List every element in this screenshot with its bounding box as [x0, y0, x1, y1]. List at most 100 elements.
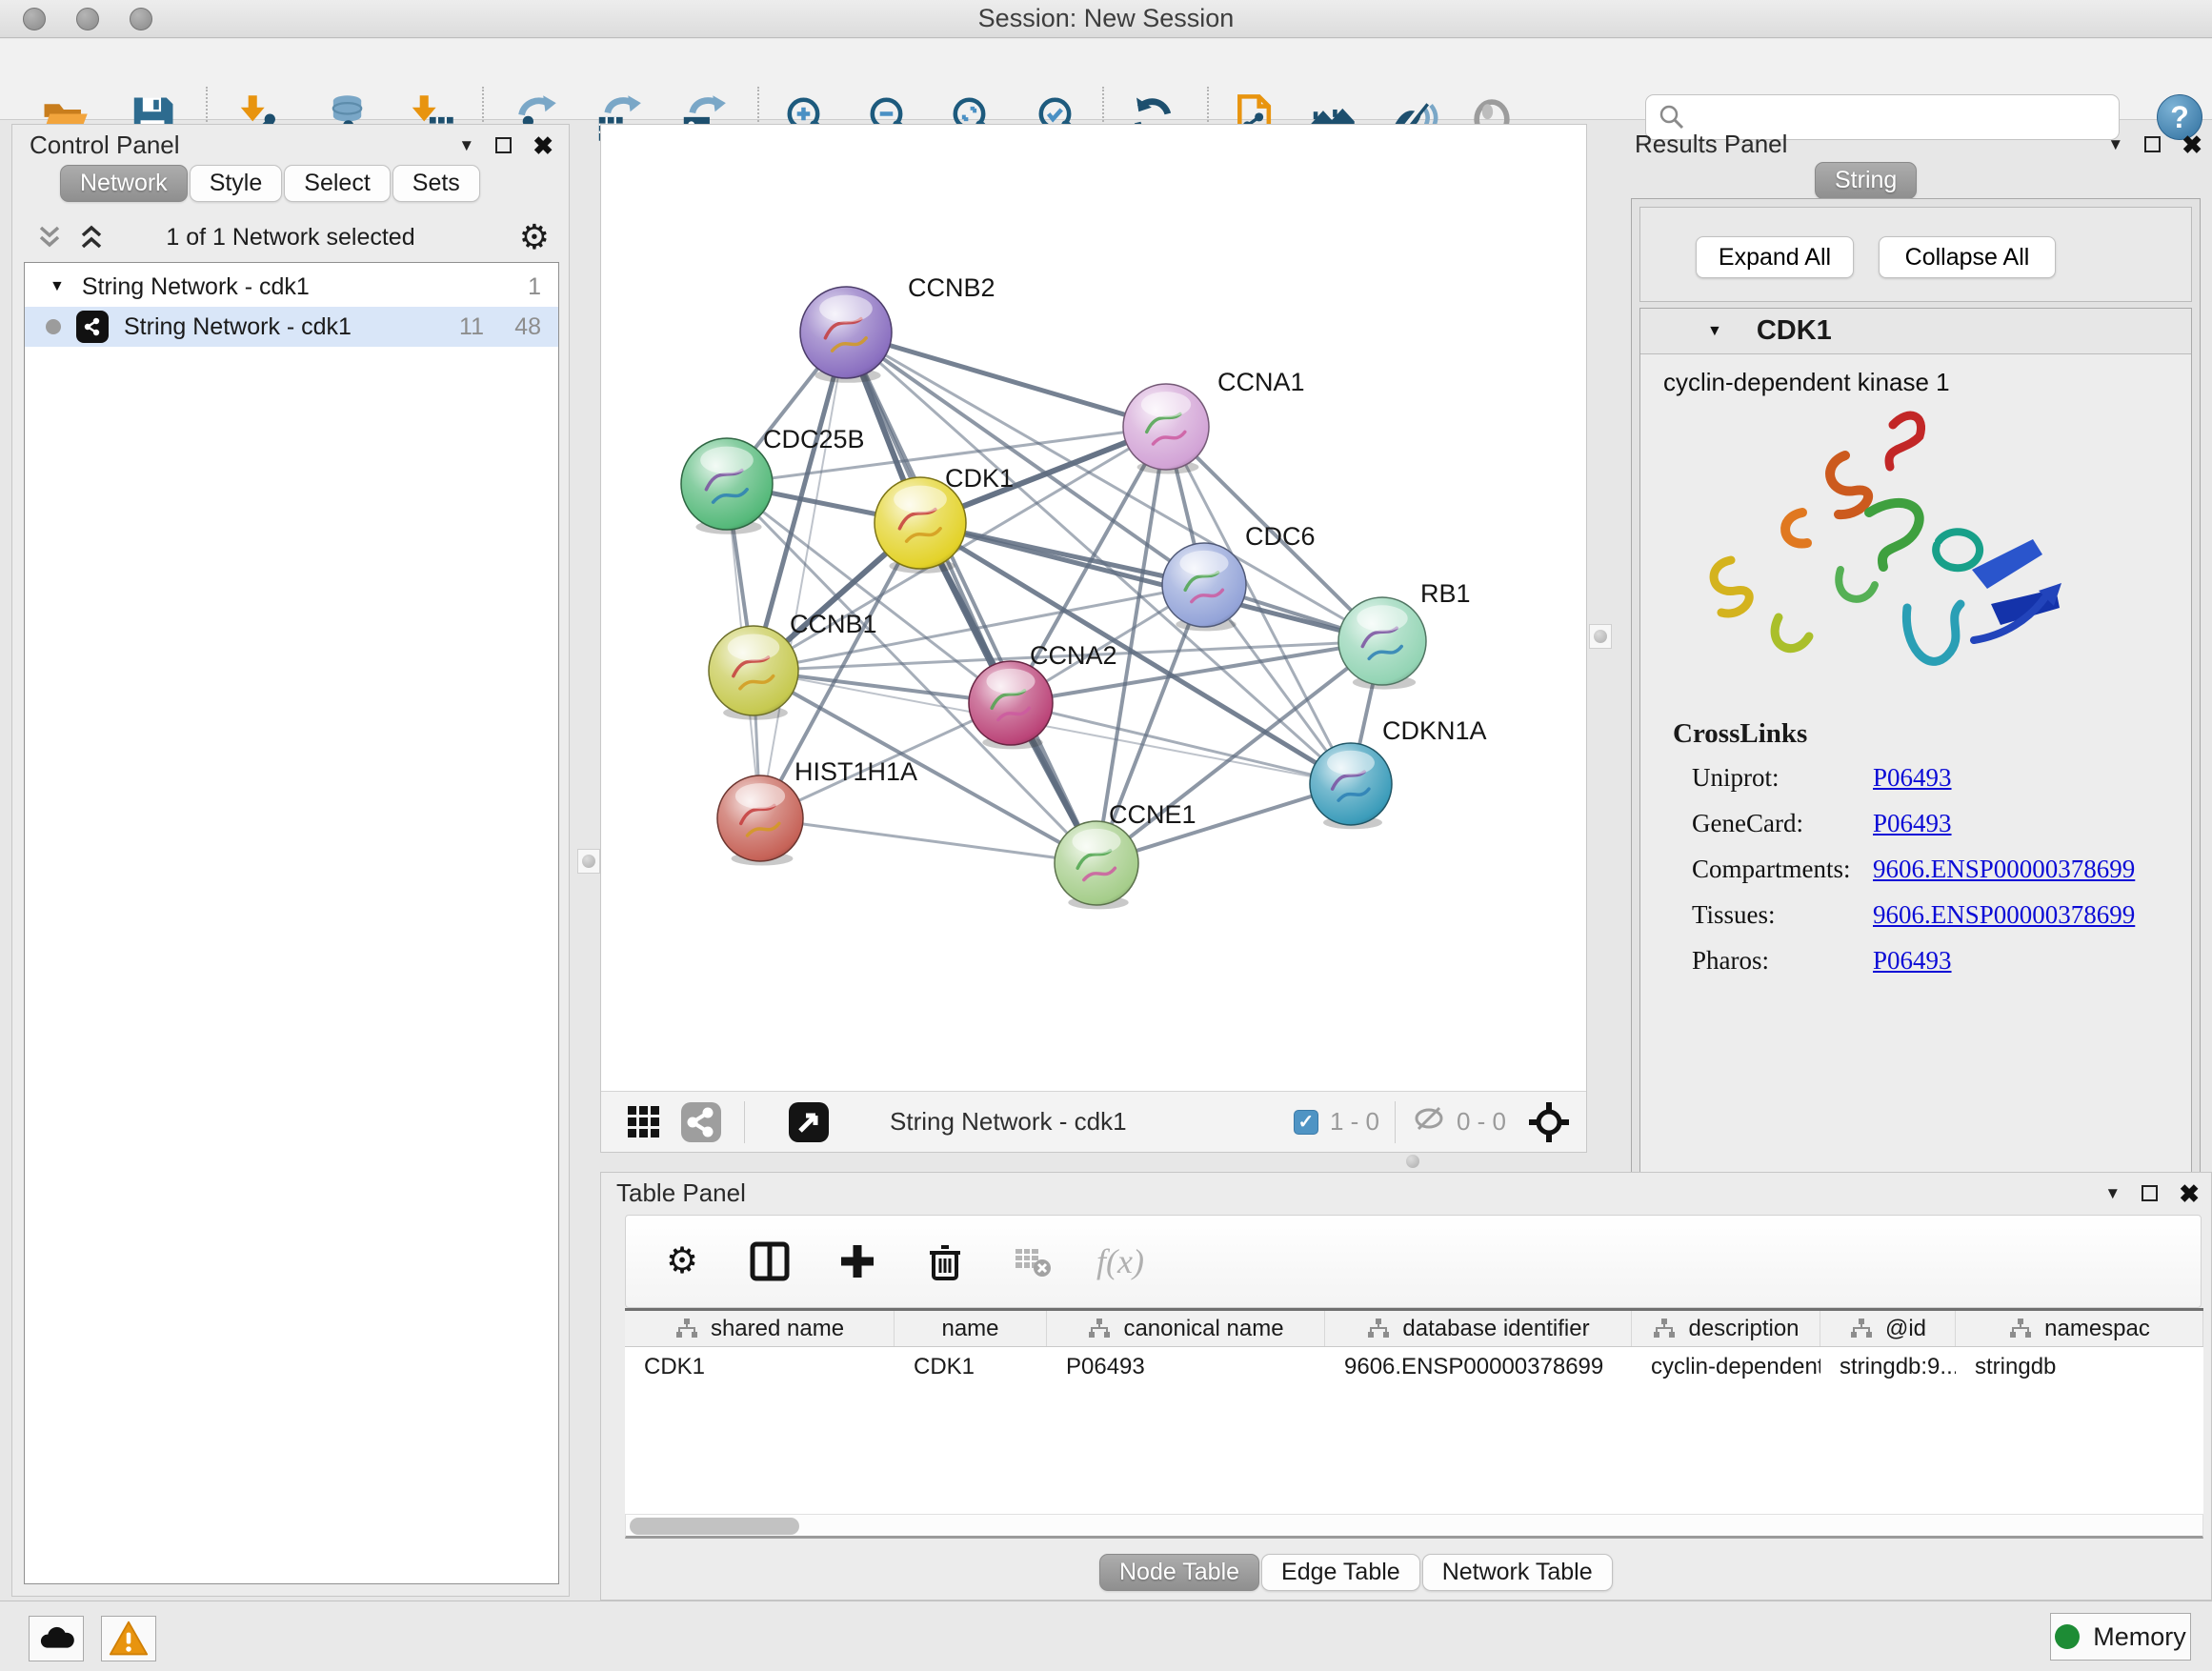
- network-view-panel[interactable]: CCNB2CCNA1CDC25BCDK1CDC6RB1CCNB1CCNA2CDK…: [600, 124, 1587, 1153]
- table-cell[interactable]: 9606.ENSP00000378699: [1325, 1347, 1632, 1387]
- network-edge[interactable]: [760, 818, 1096, 863]
- network-node-ccna1[interactable]: CCNA1: [1123, 368, 1305, 473]
- network-edge[interactable]: [846, 332, 1166, 427]
- table-cell[interactable]: stringdb: [1956, 1347, 2203, 1387]
- node-label: HIST1H1A: [794, 757, 917, 786]
- collection-count: 1: [528, 273, 541, 301]
- table-cell[interactable]: cyclin-dependent ...: [1632, 1347, 1820, 1387]
- tab-style[interactable]: Style: [190, 165, 283, 202]
- column-type-icon: [674, 1318, 699, 1340]
- tab-network[interactable]: Network: [60, 165, 188, 202]
- control-panel-close-icon[interactable]: ✖: [533, 133, 553, 158]
- memory-button[interactable]: Memory: [2050, 1613, 2191, 1661]
- network-node-hist1h1a[interactable]: HIST1H1A: [717, 757, 917, 866]
- node-table: shared name name canonical namedatabase id…: [625, 1308, 2203, 1514]
- network-node-cdkn1a[interactable]: CDKN1A: [1310, 716, 1487, 829]
- warnings-button[interactable]: [101, 1616, 156, 1661]
- results-panel: Results Panel ▼ ✖ String Expand All Coll…: [1619, 124, 2212, 1153]
- crosslink-label: Compartments:: [1673, 855, 1873, 884]
- string-results-container: Expand All Collapse All ▼ CDK1 cyclin-de…: [1631, 198, 2201, 1203]
- table-row[interactable]: CDK1CDK1P064939606.ENSP00000378699cyclin…: [625, 1347, 2203, 1387]
- crosslink-row: Tissues:9606.ENSP00000378699: [1673, 900, 2135, 930]
- network-row-selected[interactable]: String Network - cdk1 11 48: [25, 307, 558, 347]
- clear-table-icon[interactable]: [1011, 1239, 1055, 1283]
- table-cell[interactable]: P06493: [1047, 1347, 1325, 1387]
- table-cell[interactable]: stringdb:9...: [1820, 1347, 1956, 1387]
- string-style-icon[interactable]: [679, 1100, 723, 1144]
- gene-name: CDK1: [1757, 315, 1832, 347]
- collapse-all-button[interactable]: Collapse All: [1879, 236, 2056, 278]
- table-horizontal-scrollbar[interactable]: [625, 1514, 2203, 1539]
- table-panel-menu-icon[interactable]: ▼: [2104, 1184, 2121, 1203]
- results-panel-close-icon[interactable]: ✖: [2182, 132, 2202, 157]
- expand-all-button[interactable]: Expand All: [1696, 236, 1854, 278]
- network-node-cdk1[interactable]: CDK1: [875, 464, 1014, 574]
- scrollbar-thumb[interactable]: [630, 1518, 799, 1535]
- tab-network-table[interactable]: Network Table: [1422, 1554, 1613, 1591]
- network-node-count: 11: [459, 313, 484, 341]
- network-edge[interactable]: [760, 332, 846, 818]
- add-column-icon[interactable]: [835, 1239, 879, 1283]
- network-canvas[interactable]: CCNB2CCNA1CDC25BCDK1CDC6RB1CCNB1CCNA2CDK…: [601, 125, 1586, 1091]
- memory-label: Memory: [2093, 1622, 2186, 1652]
- tab-edge-table[interactable]: Edge Table: [1261, 1554, 1420, 1591]
- bottom-splitter-handle[interactable]: [1400, 1152, 1425, 1171]
- grid-view-icon[interactable]: [622, 1100, 666, 1144]
- collection-expand-icon[interactable]: ▼: [50, 278, 65, 295]
- table-panel-title: Table Panel: [616, 1178, 746, 1208]
- column-header-label: name: [941, 1316, 998, 1342]
- crosslink-value-link[interactable]: 9606.ENSP00000378699: [1873, 855, 2135, 884]
- results-buttons-box: Expand All Collapse All: [1639, 207, 2192, 302]
- column-header--id[interactable]: @id: [1820, 1311, 1956, 1346]
- crosslink-value-link[interactable]: P06493: [1873, 809, 1952, 838]
- network-options-gear-icon[interactable]: ⚙: [519, 220, 550, 254]
- tab-select[interactable]: Select: [284, 165, 390, 202]
- control-panel-title: Control Panel: [30, 131, 180, 160]
- column-header-label: description: [1688, 1316, 1799, 1342]
- control-panel-tabs: NetworkStyleSelectSets: [60, 165, 482, 202]
- cloud-status-button[interactable]: [29, 1616, 84, 1661]
- column-header-database-identifier[interactable]: database identifier: [1325, 1311, 1632, 1346]
- open-in-window-icon[interactable]: [787, 1100, 831, 1144]
- window-minimize-dot[interactable]: [76, 8, 99, 30]
- column-type-icon: [1849, 1318, 1874, 1340]
- table-panel-float-icon[interactable]: [2142, 1185, 2158, 1201]
- column-header-name[interactable]: name: [895, 1311, 1047, 1346]
- selected-nodes-checkbox[interactable]: ✓: [1294, 1110, 1318, 1135]
- crosslink-value-link[interactable]: P06493: [1873, 946, 1952, 976]
- table-toolbar: ⚙ f(x): [625, 1215, 2202, 1308]
- column-header-namespac[interactable]: namespac: [1956, 1311, 2203, 1346]
- tab-node-table[interactable]: Node Table: [1099, 1554, 1259, 1591]
- network-node-rb1[interactable]: RB1: [1338, 579, 1471, 690]
- gene-section-header[interactable]: ▼ CDK1: [1640, 309, 2191, 354]
- fit-content-crosshair-icon[interactable]: [1527, 1100, 1571, 1144]
- gene-collapse-icon[interactable]: ▼: [1707, 323, 1722, 340]
- table-panel-close-icon[interactable]: ✖: [2179, 1181, 2200, 1206]
- results-panel-menu-icon[interactable]: ▼: [2107, 135, 2123, 154]
- tab-sets[interactable]: Sets: [392, 165, 480, 202]
- show-columns-icon[interactable]: [748, 1239, 792, 1283]
- table-settings-gear-icon[interactable]: ⚙: [660, 1239, 704, 1283]
- right-splitter-handle[interactable]: [1589, 624, 1612, 649]
- window-title: Session: New Session: [0, 4, 2212, 33]
- control-panel-float-icon[interactable]: [495, 137, 512, 153]
- control-panel-menu-icon[interactable]: ▼: [458, 136, 474, 155]
- table-cell[interactable]: CDK1: [625, 1347, 895, 1387]
- results-panel-float-icon[interactable]: [2144, 136, 2161, 152]
- window-close-dot[interactable]: [23, 8, 46, 30]
- window-zoom-dot[interactable]: [130, 8, 152, 30]
- column-header-description[interactable]: description: [1632, 1311, 1820, 1346]
- column-header-shared-name[interactable]: shared name: [625, 1311, 895, 1346]
- network-collection-row[interactable]: ▼ String Network - cdk1 1: [25, 267, 558, 307]
- left-splitter-handle[interactable]: [577, 849, 600, 874]
- crosslink-value-link[interactable]: P06493: [1873, 763, 1952, 793]
- crosslink-value-link[interactable]: 9606.ENSP00000378699: [1873, 900, 2135, 930]
- delete-column-icon[interactable]: [923, 1239, 967, 1283]
- tab-string[interactable]: String: [1815, 162, 1917, 199]
- node-label: CCNA2: [1030, 641, 1117, 670]
- table-cell[interactable]: CDK1: [895, 1347, 1047, 1387]
- hidden-eye-icon: [1411, 1100, 1447, 1143]
- node-label: CCNB2: [908, 273, 995, 302]
- column-header-canonical-name[interactable]: canonical name: [1047, 1311, 1325, 1346]
- function-builder-icon[interactable]: f(x): [1098, 1239, 1142, 1283]
